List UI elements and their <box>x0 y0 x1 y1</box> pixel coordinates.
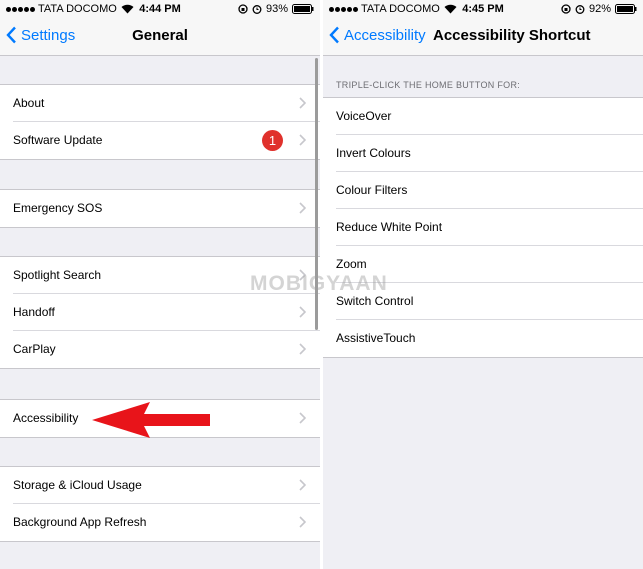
rotation-lock-icon <box>561 4 571 14</box>
option-voiceover[interactable]: VoiceOver <box>323 98 643 135</box>
chevron-left-icon <box>329 26 339 44</box>
battery-percent: 92% <box>588 3 611 15</box>
row-label: Storage & iCloud Usage <box>13 478 142 492</box>
settings-row-handoff[interactable]: Handoff <box>0 293 320 331</box>
chevron-right-icon <box>299 343 306 355</box>
shortcut-options-list: VoiceOver Invert Colours Colour Filters … <box>323 97 643 358</box>
option-label: Zoom <box>336 257 367 271</box>
row-label: Software Update <box>13 133 103 147</box>
notification-badge: 1 <box>262 130 283 151</box>
back-button-label: Accessibility <box>344 26 426 44</box>
option-label: Switch Control <box>336 294 414 308</box>
row-label: About <box>13 96 45 110</box>
back-button[interactable]: Accessibility <box>329 26 426 44</box>
chevron-right-icon <box>299 479 306 491</box>
option-label: VoiceOver <box>336 109 392 123</box>
option-assistivetouch[interactable]: AssistiveTouch <box>323 319 643 357</box>
page-title: Accessibility Shortcut <box>433 27 591 44</box>
settings-group: Storage & iCloud Usage Background App Re… <box>0 466 320 542</box>
settings-row-software-update[interactable]: Software Update 1 <box>0 121 320 159</box>
row-label: Emergency SOS <box>13 201 103 215</box>
row-label: CarPlay <box>13 342 56 356</box>
rotation-lock-icon <box>238 4 248 14</box>
page-title: General <box>132 27 188 44</box>
option-reduce-white-point[interactable]: Reduce White Point <box>323 208 643 246</box>
row-label: Accessibility <box>13 411 79 425</box>
chevron-right-icon <box>299 202 306 214</box>
settings-row-emergency-sos[interactable]: Emergency SOS <box>0 190 320 227</box>
watermark: MOBIGYAAN <box>250 272 388 295</box>
row-label: Background App Refresh <box>13 515 147 529</box>
settings-row-background-app-refresh[interactable]: Background App Refresh <box>0 503 320 541</box>
row-label: Spotlight Search <box>13 268 102 282</box>
navigation-bar: Accessibility Accessibility Shortcut <box>323 18 643 56</box>
option-invert-colours[interactable]: Invert Colours <box>323 134 643 172</box>
alarm-icon <box>252 5 262 14</box>
status-bar: TATA DOCOMO 4:44 PM 93% <box>0 0 320 18</box>
settings-row-about[interactable]: About <box>0 85 320 122</box>
chevron-right-icon <box>299 516 306 528</box>
option-label: AssistiveTouch <box>336 331 416 345</box>
battery-icon <box>292 4 314 14</box>
settings-row-storage-icloud[interactable]: Storage & iCloud Usage <box>0 467 320 504</box>
section-header: TRIPLE-CLICK THE HOME BUTTON FOR: <box>336 80 521 90</box>
option-label: Reduce White Point <box>336 220 443 234</box>
battery-icon <box>615 4 637 14</box>
settings-row-carplay[interactable]: CarPlay <box>0 330 320 368</box>
navigation-bar: Settings General <box>0 18 320 56</box>
chevron-right-icon <box>299 97 306 109</box>
red-arrow-annotation <box>92 402 210 438</box>
chevron-right-icon <box>299 412 306 424</box>
chevron-right-icon <box>299 134 306 146</box>
option-label: Invert Colours <box>336 146 411 160</box>
status-bar: TATA DOCOMO 4:45 PM 92% <box>323 0 643 18</box>
settings-group: About Software Update 1 <box>0 84 320 160</box>
option-label: Colour Filters <box>336 183 408 197</box>
alarm-icon <box>575 5 585 14</box>
settings-group: Emergency SOS <box>0 189 320 228</box>
chevron-right-icon <box>299 306 306 318</box>
option-colour-filters[interactable]: Colour Filters <box>323 171 643 209</box>
battery-percent: 93% <box>265 3 288 15</box>
row-label: Handoff <box>13 305 55 319</box>
